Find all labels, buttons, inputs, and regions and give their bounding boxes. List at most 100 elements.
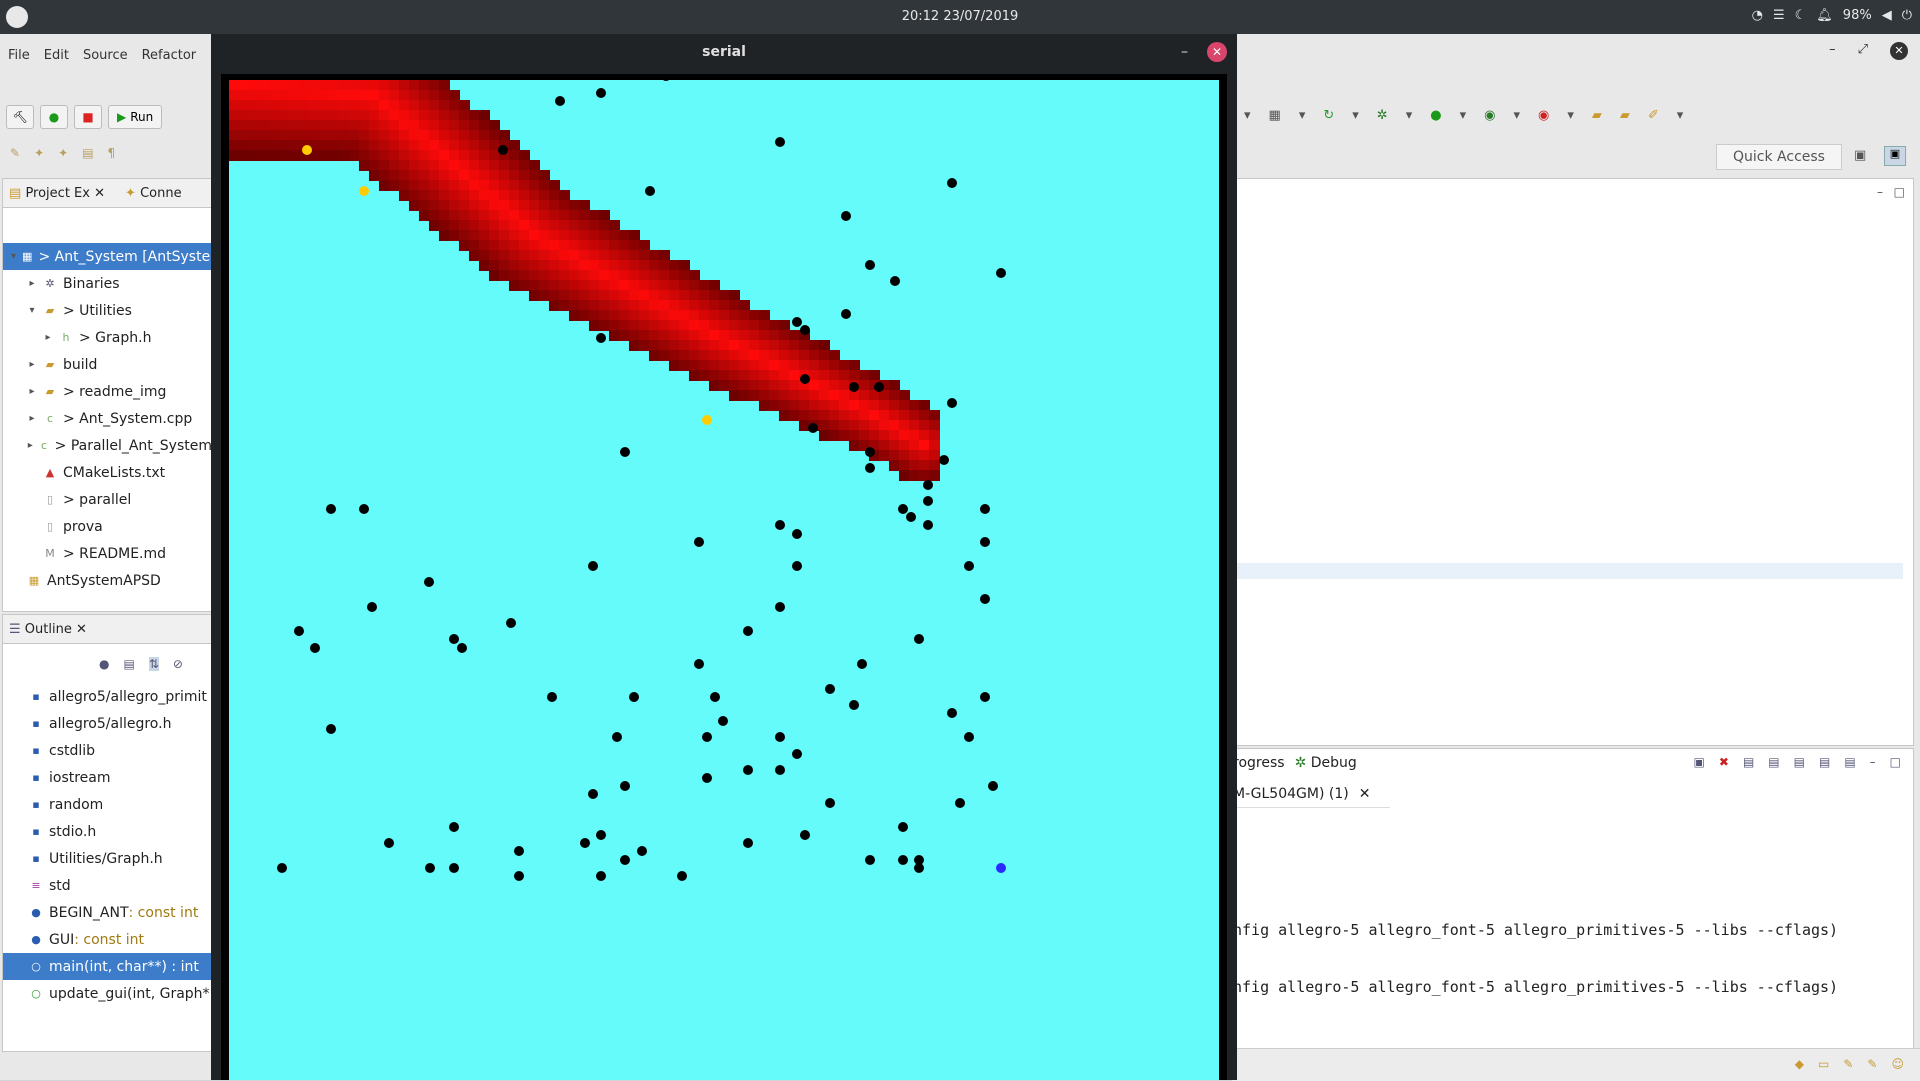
tab-debug[interactable]: ✲ Debug [1295,755,1357,771]
tab-project-explorer[interactable]: ▤ Project Ex ✕ [9,186,105,201]
tab-progress[interactable]: rogress [1233,755,1285,771]
tab-connections[interactable]: ✦ Conne [125,186,182,201]
cpp-perspective-icon[interactable]: ▣ [1884,146,1906,166]
dropdown-icon[interactable]: ▾ [1567,108,1574,123]
menu-icon[interactable]: ☰ [1773,8,1785,23]
menu-refactor[interactable]: Refactor [142,48,197,63]
status-icon-1[interactable]: ◆ [1795,1057,1804,1071]
expanded-icon[interactable]: ▾ [11,251,16,262]
minimize-icon[interactable]: – [1181,44,1188,60]
copy-icon[interactable]: ▤ [1743,755,1754,769]
search-icon[interactable]: ✐ [1648,108,1659,123]
open-console-icon[interactable]: ▤ [1844,755,1855,769]
project-tree-item[interactable]: ▾ ▰ > Utilities [3,297,212,324]
maximize-view-icon[interactable]: □ [1890,755,1901,769]
maximize-view-icon[interactable]: □ [1894,185,1905,199]
stop-button[interactable]: ■ [74,105,102,129]
build-button[interactable]: 🔨︎ [6,105,34,129]
wifi-icon[interactable]: ◔ [1752,8,1763,23]
menu-source[interactable]: Source [83,48,128,63]
expanded-icon[interactable]: ▾ [27,305,37,316]
paste-icon[interactable]: ▤ [1768,755,1779,769]
quick-access-field[interactable]: Quick Access [1716,144,1842,170]
hide-fields-icon[interactable]: ● [99,657,109,671]
outline-item[interactable]: ▪ random [3,791,212,818]
clear-icon[interactable]: ▤ [1794,755,1805,769]
menu-file[interactable]: File [8,48,30,63]
new-icon[interactable]: ▦ [1269,108,1281,123]
project-tree-item[interactable]: ▲ CMakeLists.txt [3,459,212,486]
hide-nonpublic-icon[interactable]: ⊘ [173,657,183,671]
pin-icon[interactable]: ✖ [1719,755,1729,769]
outline-item[interactable]: ○ main(int, char**) : int [3,953,212,980]
minimize-view-icon[interactable]: – [1877,185,1883,199]
power-icon[interactable]: ⏻ [1902,8,1912,23]
outline-item[interactable]: ▪ stdio.h [3,818,212,845]
toolbar-icon-1[interactable]: ✎ [10,146,20,160]
project-tree-item[interactable]: ▸ c > Ant_System.cpp [3,405,212,432]
menu-edit[interactable]: Edit [44,48,69,63]
project-tree-item[interactable]: ▸ h > Graph.h [3,324,212,351]
outline-item[interactable]: ▪ cstdlib [3,737,212,764]
outline-item[interactable]: ▪ allegro5/allegro_primit [3,683,212,710]
project-tree-item[interactable]: ▸ ✲ Binaries [3,270,212,297]
open-type-icon[interactable]: ▰ [1620,108,1630,123]
dropdown-icon[interactable]: ▾ [1244,108,1251,123]
close-tab-icon[interactable]: ✕ [76,622,87,637]
collapsed-icon[interactable]: ▸ [43,332,53,343]
outline-item[interactable]: ○ update_gui(int, Graph* [3,980,212,1007]
toolbar-icon-4[interactable]: ▤ [82,146,93,160]
tab-outline[interactable]: ☰ Outline ✕ [9,622,87,637]
outline-item[interactable]: ≡ std [3,872,212,899]
dropdown-icon[interactable]: ▾ [1352,108,1359,123]
dropdown-icon[interactable]: ▾ [1299,108,1306,123]
project-tree-item[interactable]: M > README.md [3,540,212,567]
run-build-button[interactable]: ● [40,105,68,129]
profile-icon[interactable]: ◉ [1538,108,1549,123]
status-icon-3[interactable]: ✎ [1843,1057,1853,1071]
notification-icon[interactable]: 🔔︎ [1816,8,1833,23]
debug-icon[interactable]: ✲ [1377,108,1388,123]
outline-item[interactable]: ● GUI : const int [3,926,212,953]
project-tree-item[interactable]: ▸ c > Parallel_Ant_System [3,432,212,459]
outline-item[interactable]: ● BEGIN_ANT : const int [3,899,212,926]
project-tree-item[interactable]: ▸ ▰ build [3,351,212,378]
toolbar-icon-2[interactable]: ✦ [34,146,44,160]
coverage-icon[interactable]: ◉ [1484,108,1495,123]
scroll-lock-icon[interactable]: ▤ [1819,755,1830,769]
collapsed-icon[interactable]: ▸ [27,440,34,451]
open-folder-icon[interactable]: ▰ [1592,108,1602,123]
dropdown-icon[interactable]: ▾ [1677,108,1684,123]
close-tab-icon[interactable]: ✕ [94,186,105,201]
simulation-canvas[interactable] [229,80,1219,1080]
collapsed-icon[interactable]: ▸ [27,359,37,370]
toolbar-icon-5[interactable]: ¶ [108,146,116,160]
close-icon[interactable]: ✕ [1207,42,1227,62]
battery-level[interactable]: 98% [1843,8,1872,23]
status-icon-2[interactable]: ▭ [1818,1057,1829,1071]
collapsed-icon[interactable]: ▸ [27,278,37,289]
project-tree-item[interactable]: ▯ prova [3,513,212,540]
dropdown-icon[interactable]: ▾ [1513,108,1520,123]
status-icon-5[interactable]: ☺ [1891,1057,1904,1071]
outline-item[interactable]: ▪ iostream [3,764,212,791]
collapsed-icon[interactable]: ▸ [27,413,37,424]
run-icon[interactable]: ● [1430,108,1441,123]
collapsed-icon[interactable]: ▸ [27,386,37,397]
outline-item[interactable]: ▪ Utilities/Graph.h [3,845,212,872]
minimize-view-icon[interactable]: – [1870,755,1876,769]
dropdown-icon[interactable]: ▾ [1460,108,1467,123]
sort-icon[interactable]: ⇅ [148,657,159,671]
perspective-icon[interactable]: ▣ [1854,148,1866,163]
close-tab-icon[interactable]: ✕ [1359,786,1371,802]
outline-item[interactable]: ▪ allegro5/allegro.h [3,710,212,737]
clock[interactable]: 20:12 23/07/2019 [0,9,1920,24]
status-icon-4[interactable]: ✎ [1867,1057,1877,1071]
project-tree-item[interactable]: ▦ AntSystemAPSD [3,567,212,594]
run-button[interactable]: ▶ Run [108,105,163,129]
project-tree-item[interactable]: ▾ ▦ > Ant_System [AntSystem [3,243,224,270]
project-tree-item[interactable]: ▯ > parallel [3,486,212,513]
night-mode-icon[interactable]: ☾ [1795,8,1807,23]
project-tree-item[interactable]: ▸ ▰ > readme_img [3,378,212,405]
collapse-icon[interactable]: ▤ [123,657,134,671]
